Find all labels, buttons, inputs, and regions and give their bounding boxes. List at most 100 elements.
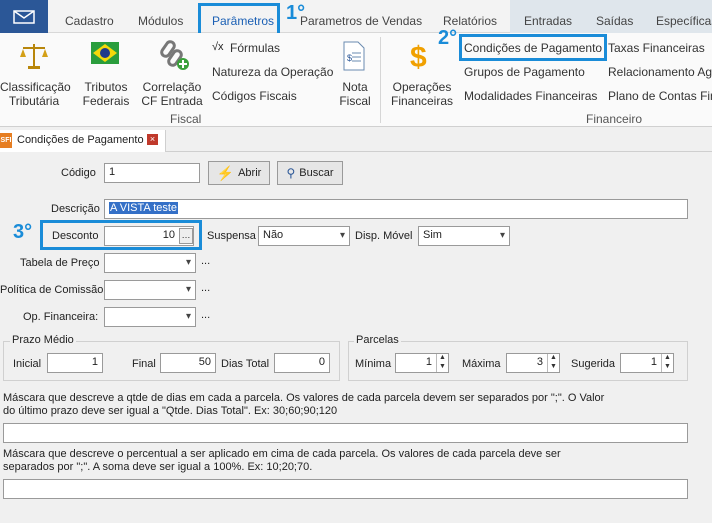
disp-movel-select[interactable]: Sim ▾: [418, 226, 510, 246]
tab-especificas[interactable]: Específicas: [656, 14, 712, 28]
plano-contas-button[interactable]: Plano de Contas Fin: [608, 89, 712, 103]
mail-button[interactable]: [0, 0, 48, 33]
politica-comissao-label: Política de Comissão: [0, 284, 104, 296]
operacoes-financeiras-button[interactable]: Operações Financeiras: [390, 80, 454, 108]
op-financeira-ellipsis[interactable]: ...: [201, 309, 210, 321]
document-tab-bar: SFI Condições de Pagamento ×: [0, 130, 712, 152]
codigo-label: Código: [61, 167, 96, 179]
stepper-arrows-icon[interactable]: ▲ ▼: [547, 354, 559, 372]
abrir-button[interactable]: ⚡ Abrir: [208, 161, 270, 185]
grupos-pagamento-button[interactable]: Grupos de Pagamento: [464, 65, 585, 79]
codigo-input[interactable]: 1: [104, 163, 200, 183]
disp-movel-label: Disp. Móvel: [355, 230, 413, 242]
abrir-label: Abrir: [238, 167, 262, 179]
descricao-input[interactable]: A VISTA teste: [104, 199, 688, 219]
tab-modulos[interactable]: Módulos: [138, 14, 183, 28]
minima-stepper[interactable]: 1 ▲ ▼: [395, 353, 449, 373]
maxima-label: Máxima: [462, 358, 501, 370]
inicial-label: Inicial: [13, 358, 42, 370]
nota-fiscal-icon: $: [342, 41, 366, 74]
highlight-condicoes: [459, 34, 607, 61]
inicial-input[interactable]: 1: [47, 353, 103, 373]
close-icon[interactable]: ×: [147, 134, 158, 145]
correlacao-cf-entrada-button[interactable]: Correlação CF Entrada: [140, 80, 204, 108]
tab-saidas[interactable]: Saídas: [596, 14, 633, 28]
final-label: Final: [132, 358, 156, 370]
highlight-desconto: [40, 220, 202, 250]
ribbon-divider: [380, 37, 381, 123]
tab-title: Condições de Pagamento: [17, 134, 144, 146]
minima-label: Mínima: [355, 358, 392, 370]
formulas-icon: √x: [212, 41, 224, 53]
tabela-preco-label: Tabela de Preço: [20, 257, 100, 269]
chevron-down-icon: ▾: [499, 230, 505, 241]
svg-text:$: $: [410, 41, 427, 73]
chevron-down-icon: ▾: [185, 284, 191, 295]
parcelas-title: Parcelas: [354, 334, 401, 346]
nota-fiscal-button[interactable]: Nota Fiscal: [336, 80, 374, 108]
descricao-selected-text: A VISTA teste: [109, 202, 179, 214]
fiscal-group-label: Fiscal: [170, 112, 202, 126]
tab-condicoes-pagamento[interactable]: SFI Condições de Pagamento ×: [0, 130, 166, 152]
tab-entradas[interactable]: Entradas: [524, 14, 572, 28]
stepper-arrows-icon[interactable]: ▲ ▼: [661, 354, 673, 372]
politica-comissao-select[interactable]: ▾: [104, 280, 196, 300]
tab-cadastro[interactable]: Cadastro: [65, 14, 114, 28]
svg-text:$: $: [347, 53, 352, 63]
taxas-financeiras-button[interactable]: Taxas Financeiras: [608, 41, 705, 55]
tributos-federais-button[interactable]: Tributos Federais: [80, 80, 132, 108]
maxima-stepper[interactable]: 3 ▲ ▼: [506, 353, 560, 373]
relacionamento-button[interactable]: Relacionamento Ag: [608, 65, 712, 79]
step-3-label: 3°: [13, 221, 33, 243]
lightning-icon: ⚡: [216, 164, 235, 181]
suspensa-value: Não: [263, 229, 284, 241]
maxima-value: 3: [536, 356, 543, 368]
financeiro-group-label: Financeiro: [586, 112, 643, 126]
tabela-preco-ellipsis[interactable]: ...: [201, 255, 210, 267]
natureza-operacao-button[interactable]: Natureza da Operação: [212, 65, 333, 79]
op-financeira-select[interactable]: ▾: [104, 307, 196, 327]
step-1-label: 1°: [286, 2, 306, 24]
chevron-down-icon: ▾: [185, 257, 191, 268]
chevron-down-icon: ▾: [339, 230, 345, 241]
tab-parametros-vendas[interactable]: Parametros de Vendas: [300, 14, 422, 28]
sugerida-label: Sugerida: [571, 358, 616, 370]
step-2-label: 2°: [438, 27, 458, 49]
final-input[interactable]: 50: [160, 353, 216, 373]
modalidades-financeiras-button[interactable]: Modalidades Financeiras: [464, 89, 597, 103]
link-add-icon: [160, 39, 190, 74]
chevron-down-icon: ▾: [185, 311, 191, 322]
buscar-label: Buscar: [299, 167, 334, 179]
dias-total-input[interactable]: 0: [274, 353, 330, 373]
dollar-icon: $: [408, 39, 434, 76]
minima-value: 1: [425, 356, 432, 368]
formulas-button[interactable]: Fórmulas: [230, 41, 280, 55]
menu-bar: Cadastro Módulos Parâmetros Parametros d…: [0, 0, 712, 33]
suspensa-select[interactable]: Não ▾: [258, 226, 350, 246]
brazil-flag-icon: [91, 42, 119, 67]
mascara-percentual-input[interactable]: [3, 479, 688, 499]
sugerida-value: 1: [650, 356, 657, 368]
mascara-dias-input[interactable]: [3, 423, 688, 443]
stepper-arrows-icon[interactable]: ▲ ▼: [436, 354, 448, 372]
magnifier-icon: ⚲: [286, 166, 296, 180]
disp-movel-value: Sim: [423, 229, 442, 241]
op-financeira-label: Op. Financeira:: [23, 311, 99, 323]
highlight-parametros: [198, 3, 280, 37]
suspensa-label: Suspensa: [207, 230, 256, 242]
codigos-fiscais-button[interactable]: Códigos Fiscais: [212, 89, 297, 103]
classificacao-tributaria-button[interactable]: Classificação Tributária: [0, 80, 71, 108]
mascara-percentual-help: Máscara que descreve o percentual a ser …: [3, 448, 561, 473]
politica-comissao-ellipsis[interactable]: ...: [201, 282, 210, 294]
scale-icon: [20, 41, 48, 74]
tab-relatorios[interactable]: Relatórios: [443, 14, 497, 28]
buscar-button[interactable]: ⚲ Buscar: [277, 161, 343, 185]
prazo-medio-title: Prazo Médio: [10, 334, 76, 346]
sfi-badge-icon: SFI: [0, 133, 12, 148]
tabela-preco-select[interactable]: ▾: [104, 253, 196, 273]
mail-icon: [13, 10, 35, 24]
sugerida-stepper[interactable]: 1 ▲ ▼: [620, 353, 674, 373]
descricao-label: Descrição: [51, 203, 100, 215]
mascara-dias-help: Máscara que descreve a qtde de dias em c…: [3, 392, 605, 417]
dias-total-label: Dias Total: [221, 358, 270, 370]
